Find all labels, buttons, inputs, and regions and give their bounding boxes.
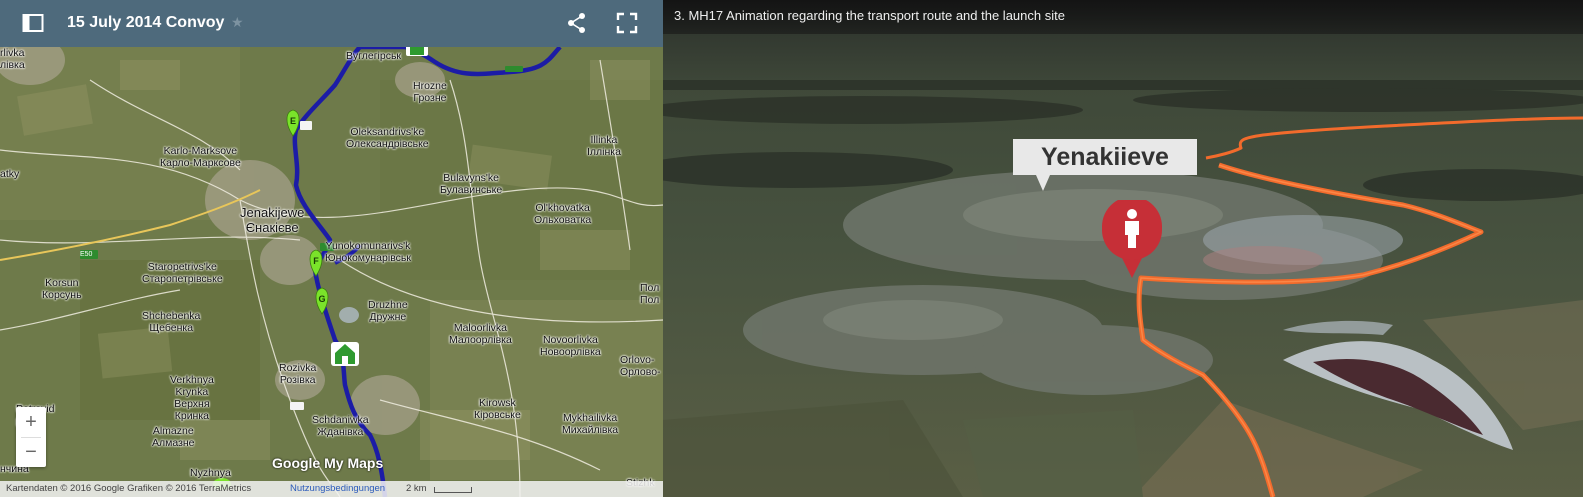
place-label: Novoorlivka Новоорлівка xyxy=(540,334,601,358)
place-label: Nyzhnya xyxy=(190,467,231,479)
place-label: Jenakijewe Єнакієве xyxy=(240,205,305,235)
place-label: Kirowsk Кіровське xyxy=(474,397,521,421)
place-label: Karlo-Marksove Карло-Марксове xyxy=(160,145,241,169)
person-pin-icon xyxy=(1102,200,1162,278)
attribution-bar: Kartendaten © 2016 Google Grafiken © 201… xyxy=(0,481,663,497)
place-label: Rozivka Розівка xyxy=(279,362,317,386)
place-label: Druzhne Дружне xyxy=(368,299,408,323)
place-label: Shchebenka Щебенка xyxy=(142,310,201,334)
road-shield-label: E50 xyxy=(80,251,93,258)
video-panel[interactable]: 3. MH17 Animation regarding the transpor… xyxy=(663,0,1583,497)
map-panel[interactable]: E F G 15 July 2014 Convoy ★ rlivka лівка… xyxy=(0,0,663,497)
scale-label: 2 km xyxy=(406,483,427,494)
place-label: Verkhnya Krynka Верхня Кринка xyxy=(170,374,214,422)
place-label: Hrozne Грозне xyxy=(413,80,447,104)
place-label: Mykhailivka Михайлівка xyxy=(562,412,619,436)
city-callout: Yenakiieve xyxy=(1013,139,1197,175)
video-title-bar: 3. MH17 Animation regarding the transpor… xyxy=(663,0,1583,34)
place-label: Illinka Іллінка xyxy=(587,134,621,158)
place-label: Almazne Алмазне xyxy=(152,425,195,449)
place-label: Bulavyns'ke Булавинське xyxy=(440,172,503,196)
place-label: Schdaniwka Жданівка xyxy=(312,414,369,438)
callout-pointer xyxy=(1036,175,1050,191)
place-label: Korsun Корсунь xyxy=(42,277,82,301)
place-label: Maloorlivka Малоорлівка xyxy=(449,322,512,346)
place-label: Staropetrivs'ke Старопетрівське xyxy=(142,261,223,285)
map-title: 15 July 2014 Convoy xyxy=(67,14,225,31)
video-title[interactable]: 3. MH17 Animation regarding the transpor… xyxy=(674,8,1065,23)
place-label: Вуглегірськ xyxy=(346,50,402,62)
share-icon[interactable] xyxy=(566,12,588,34)
home-marker-icon[interactable] xyxy=(331,342,359,366)
terms-link[interactable]: Nutzungsbedingungen xyxy=(290,483,385,494)
zoom-in-button[interactable]: + xyxy=(16,407,46,437)
map-header: 15 July 2014 Convoy ★ xyxy=(0,0,663,47)
place-label: Orlovo- Орлово- xyxy=(620,354,661,378)
screenshot-root: E F G 15 July 2014 Convoy ★ rlivka лівка… xyxy=(0,0,1583,497)
sidebar-toggle-icon[interactable] xyxy=(22,12,44,34)
place-label: atky xyxy=(0,168,20,180)
google-my-maps-logo: Google My Maps xyxy=(272,455,384,471)
star-icon[interactable]: ★ xyxy=(231,14,244,31)
fullscreen-icon[interactable] xyxy=(616,12,638,34)
svg-text:F: F xyxy=(313,256,319,266)
place-label: Ol'khovatka Ольховатка xyxy=(534,202,592,226)
attribution-text: Kartendaten © 2016 Google Grafiken © 201… xyxy=(6,483,252,494)
scale-bar xyxy=(434,487,472,493)
place-label: Oleksandrivs'ke Олександрівське xyxy=(346,126,429,150)
place-label: Пол Пол xyxy=(640,282,660,306)
zoom-control: + − xyxy=(16,407,46,467)
zoom-out-button[interactable]: − xyxy=(16,437,46,467)
svg-text:G: G xyxy=(318,294,325,304)
place-label: Yunokomunarivs'k Юнокомунарівськ xyxy=(325,240,411,264)
svg-text:E: E xyxy=(290,116,296,126)
place-label: rlivka лівка xyxy=(0,47,25,71)
